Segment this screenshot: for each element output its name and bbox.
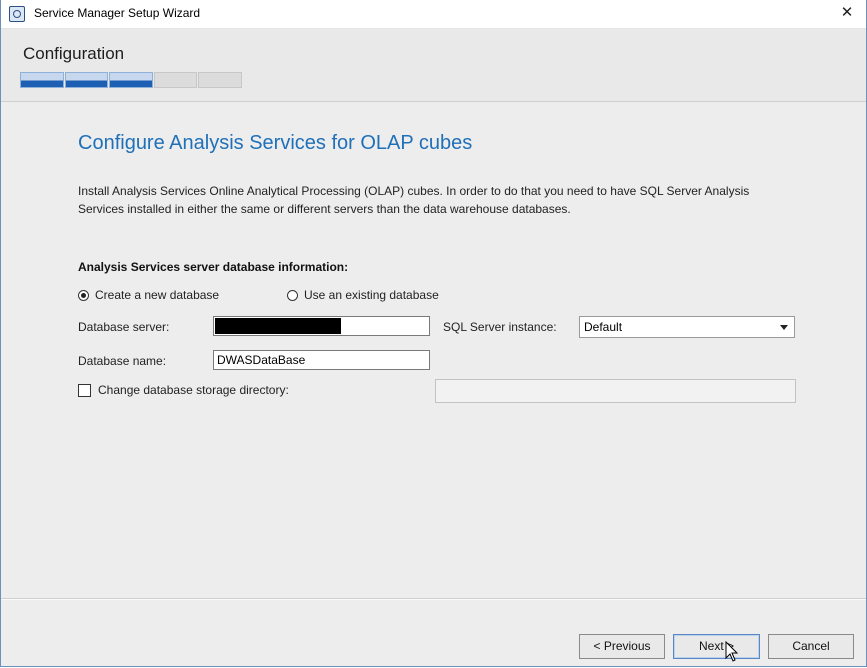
close-icon[interactable]: ✕ xyxy=(836,2,858,24)
redacted-server-name xyxy=(215,318,341,334)
window-title: Service Manager Setup Wizard xyxy=(34,6,201,20)
progress-step-2 xyxy=(64,72,109,88)
change-storage-directory-checkbox[interactable] xyxy=(78,384,91,397)
previous-button[interactable]: < Previous xyxy=(579,634,665,659)
use-existing-database-label: Use an existing database xyxy=(304,288,439,302)
storage-directory-input xyxy=(435,379,796,403)
step-progress-bar xyxy=(20,72,242,88)
progress-step-5 xyxy=(198,72,242,88)
database-name-input[interactable]: DWASDataBase xyxy=(213,350,430,370)
page-heading: Configure Analysis Services for OLAP cub… xyxy=(78,132,473,154)
wizard-header: Configuration xyxy=(1,29,866,102)
page-description: Install Analysis Services Online Analyti… xyxy=(78,184,750,216)
chevron-down-icon[interactable] xyxy=(780,325,788,330)
progress-step-4 xyxy=(153,72,198,88)
wizard-content: Configure Analysis Services for OLAP cub… xyxy=(1,102,866,597)
create-new-database-radio[interactable]: Create a new database xyxy=(78,288,219,302)
database-server-input[interactable] xyxy=(213,316,430,336)
progress-step-3 xyxy=(109,72,153,88)
change-storage-directory-label: Change database storage directory: xyxy=(98,383,289,397)
radio-selected-indicator[interactable] xyxy=(78,289,89,301)
footer-divider-highlight xyxy=(1,599,866,600)
create-new-database-label: Create a new database xyxy=(95,288,220,302)
setup-wizard-icon xyxy=(9,6,25,22)
cancel-button[interactable]: Cancel xyxy=(768,634,854,659)
sql-instance-label: SQL Server instance: xyxy=(443,320,557,334)
database-name-label: Database name: xyxy=(78,354,167,368)
next-button[interactable]: Next > xyxy=(673,634,760,659)
sql-instance-dropdown[interactable]: Default xyxy=(579,316,795,338)
setup-wizard-window: Service Manager Setup Wizard ✕ Configura… xyxy=(0,0,867,667)
progress-step-1 xyxy=(20,72,64,88)
sql-instance-value: Default xyxy=(584,320,623,334)
database-server-label: Database server: xyxy=(78,320,170,334)
mouse-pointer-icon xyxy=(725,641,739,662)
title-bar: Service Manager Setup Wizard ✕ xyxy=(1,0,866,29)
radio-unselected-indicator[interactable] xyxy=(287,289,298,301)
header-title: Configuration xyxy=(23,44,125,63)
section-label: Analysis Services server database inform… xyxy=(78,260,349,274)
use-existing-database-radio[interactable]: Use an existing database xyxy=(287,288,439,302)
